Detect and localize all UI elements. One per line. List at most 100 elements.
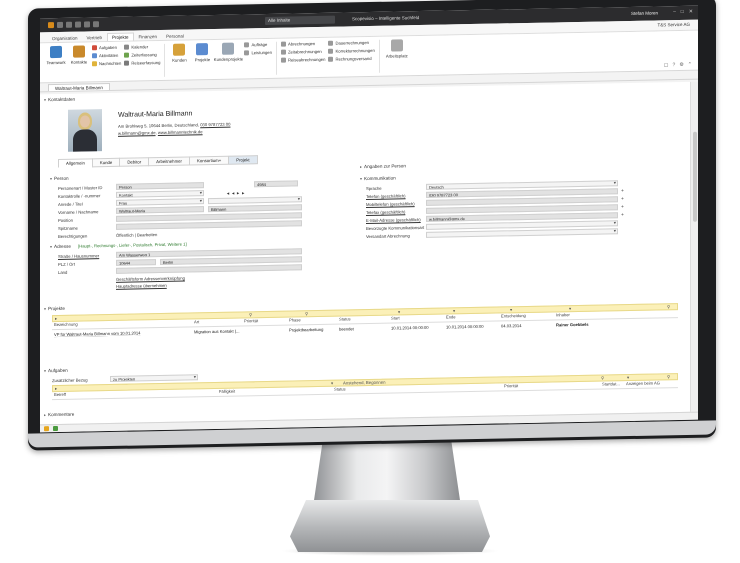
- plz-field[interactable]: 10644: [116, 259, 156, 266]
- col-phase[interactable]: Phase: [287, 317, 337, 325]
- kontaktrolle-select[interactable]: Kontakt: [116, 190, 204, 198]
- tab-organisation[interactable]: Organisation: [48, 35, 82, 43]
- kunden-button[interactable]: Kunden: [169, 43, 189, 76]
- section-projekte[interactable]: ▾ Projekte: [44, 306, 65, 311]
- subtab-debitor[interactable]: Debitor: [119, 157, 149, 167]
- reiseerfassung-button[interactable]: Reiseerfassung: [124, 60, 160, 66]
- global-search-input[interactable]: Alle Inhalte: [265, 15, 335, 25]
- contact-web-link[interactable]: www.billmanntechnik.de: [158, 129, 203, 135]
- company-selector[interactable]: T&S Service AG: [657, 22, 690, 28]
- vorname-field[interactable]: Waltraut-Maria: [116, 206, 204, 214]
- section-kommunikation[interactable]: ▾ Kommunikation: [360, 175, 396, 181]
- nachname-field[interactable]: Billmann: [208, 204, 302, 213]
- settings-icon[interactable]: ⚙: [679, 62, 683, 68]
- address-link-business[interactable]: Geschäftsform Adressenverknüpfung: [116, 276, 185, 282]
- filter-icon[interactable]: ⚲: [305, 311, 308, 317]
- redo-icon[interactable]: [75, 21, 81, 28]
- help-icon[interactable]: ?: [673, 62, 676, 68]
- arbeitsplatz-button[interactable]: Arbeitsplatz: [384, 39, 410, 72]
- filter-dropdown-icon[interactable]: ▾: [398, 309, 400, 315]
- leistungen-button[interactable]: Leistungen: [244, 50, 272, 56]
- add-email-button[interactable]: +: [621, 212, 624, 218]
- tab-projekte[interactable]: Projekte: [107, 32, 134, 42]
- undo-icon[interactable]: [66, 21, 72, 28]
- land-field[interactable]: [116, 264, 302, 274]
- address-type-tags[interactable]: [Haupt-, Rechnungs-, Liefer-, Postalisch…: [78, 242, 187, 249]
- section-person[interactable]: ▾ Person: [50, 176, 69, 181]
- subtab-kunde[interactable]: Kunde: [91, 157, 120, 168]
- filter-icon[interactable]: ⚲: [601, 375, 604, 381]
- filter-dropdown-icon[interactable]: ▾: [510, 307, 512, 313]
- tab-personal[interactable]: Personal: [162, 32, 188, 39]
- muster-id-field[interactable]: 4984: [254, 180, 298, 188]
- contact-email-link[interactable]: w.billmann@gmx.de: [118, 130, 156, 136]
- add-telefon-button[interactable]: +: [621, 188, 624, 194]
- col-startdatum[interactable]: Startdat...: [600, 381, 624, 388]
- address-link-main[interactable]: Hauptadresse übernehmen: [116, 283, 167, 289]
- korrekturrechnungen-button[interactable]: Korrekturrechnungen: [328, 48, 375, 54]
- add-telefax-button[interactable]: +: [621, 204, 624, 210]
- spitzname-field[interactable]: [116, 220, 302, 230]
- window-icon[interactable]: ▢: [664, 62, 669, 68]
- subtab-projekt[interactable]: Projekt: [228, 155, 258, 165]
- col-inhaber[interactable]: Inhaber: [554, 311, 614, 319]
- refresh-icon[interactable]: [84, 21, 90, 28]
- section-adresse[interactable]: ▾ Adresse: [50, 244, 71, 249]
- rechnungsversand-button[interactable]: Rechnungsversand: [328, 56, 374, 62]
- berechtigungen-value[interactable]: Öffentlich | Bearbeiten: [116, 232, 157, 238]
- aufgaben-button[interactable]: Aufgaben: [92, 45, 121, 51]
- filter-dropdown-icon[interactable]: ▾: [569, 306, 571, 312]
- anrede-select[interactable]: Frau: [116, 198, 204, 206]
- col-ende[interactable]: Ende: [444, 314, 499, 322]
- print-icon[interactable]: [93, 21, 99, 28]
- col-status[interactable]: Status: [337, 316, 389, 324]
- minimize-icon[interactable]: –: [673, 9, 676, 15]
- zusaetzlicher-bezug-select[interactable]: zu Projekten: [110, 374, 198, 382]
- auftraege-button[interactable]: Aufträge: [244, 42, 272, 48]
- kundenprojekte-button[interactable]: Kundenprojekte: [214, 42, 243, 75]
- aktivitaeten-button[interactable]: Aktivitäten: [92, 53, 121, 59]
- section-angaben[interactable]: ▸ Angaben zur Person: [360, 163, 406, 169]
- cell-bezeichnung[interactable]: VP für Waltraut-Maria Billmann vom 10.01…: [52, 329, 192, 337]
- section-aufgaben[interactable]: ▾ Aufgaben: [44, 368, 68, 373]
- kalender-button[interactable]: Kalender: [124, 44, 160, 50]
- col-start[interactable]: Start: [389, 315, 444, 323]
- filter-dropdown-icon[interactable]: ▾: [627, 375, 629, 381]
- col-anzeigen[interactable]: Anzeigen beim AG: [624, 380, 674, 388]
- filter-dropdown-icon[interactable]: ▾: [453, 308, 455, 314]
- kontakte-button[interactable]: Kontakte: [69, 45, 89, 78]
- teamwork-button[interactable]: Teamwork: [46, 45, 66, 79]
- vertical-scrollbar[interactable]: [690, 81, 698, 412]
- filter-dropdown-icon[interactable]: ▾: [331, 381, 333, 387]
- notification-icon[interactable]: [44, 426, 49, 432]
- filter-icon[interactable]: ⚲: [667, 374, 670, 380]
- col-prioritaet[interactable]: Priorität: [242, 318, 287, 326]
- expand-icon[interactable]: ⌃: [688, 62, 692, 68]
- zeiterfassung-button[interactable]: Zeiterfassung: [124, 52, 160, 58]
- tab-finanzen[interactable]: Finanzen: [135, 33, 162, 41]
- subtab-konsortium[interactable]: Konsortium+: [188, 155, 229, 166]
- subtab-allgemein[interactable]: Allgemein: [58, 158, 92, 168]
- filter-status-value[interactable]: Anstehend, Begonnen: [343, 380, 386, 386]
- col-art[interactable]: Art: [192, 318, 242, 326]
- save-icon[interactable]: [57, 21, 63, 28]
- tab-vertrieb[interactable]: Vertrieb: [83, 34, 107, 41]
- col-entscheidung[interactable]: Entscheidung: [499, 312, 554, 320]
- close-icon[interactable]: ✕: [689, 9, 693, 15]
- section-kontaktdaten[interactable]: ▾ Kontaktdaten: [44, 97, 75, 103]
- titel-select[interactable]: [208, 196, 302, 205]
- section-kommentare[interactable]: ▸ Kommentare: [44, 412, 74, 418]
- add-mobil-button[interactable]: +: [621, 196, 624, 202]
- nachrichten-button[interactable]: Nachrichten: [92, 61, 121, 67]
- subtab-arbeitnehmer[interactable]: Arbeitnehmer: [148, 156, 189, 167]
- record-nav-arrows[interactable]: ◄ ◄ ► ►: [226, 190, 245, 195]
- scrollbar-thumb[interactable]: [693, 131, 697, 222]
- reiseabrechnungen-button[interactable]: Reiseabrechnungen: [280, 57, 325, 63]
- dauerrechnungen-button[interactable]: Dauerrechnungen: [328, 40, 374, 46]
- filter-icon[interactable]: ⚲: [249, 312, 252, 318]
- maximize-icon[interactable]: □: [681, 9, 684, 15]
- projekte-button[interactable]: Projekte: [192, 43, 212, 76]
- contact-phone-link[interactable]: 030 9787723 00: [200, 122, 230, 128]
- abrechnungen-button[interactable]: Abrechnungen: [280, 41, 325, 47]
- filter-icon[interactable]: ⚲: [667, 304, 670, 310]
